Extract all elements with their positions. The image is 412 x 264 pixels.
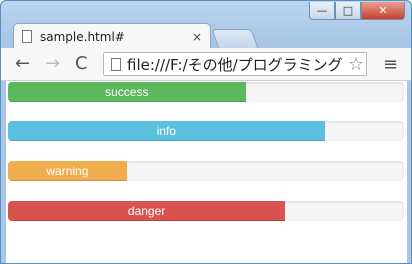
address-url[interactable]: file:///F:/その他/プログラミング <box>127 54 343 75</box>
menu-icon[interactable]: ≡ <box>383 54 398 75</box>
progress-bar-warning: warning <box>8 161 127 181</box>
progress-bar-danger: danger <box>8 201 286 221</box>
browser-tab[interactable]: sample.html# × <box>13 23 211 49</box>
new-tab-button[interactable] <box>211 29 259 49</box>
progress-bar-info: info <box>8 121 325 141</box>
progress-bar-success: success <box>8 82 246 102</box>
progress-danger: danger <box>8 201 404 221</box>
reload-icon[interactable]: C <box>75 54 88 74</box>
window-controls: — □ ✕ <box>309 2 405 20</box>
page-content: success info warning danger <box>6 81 407 263</box>
document-icon <box>111 57 121 71</box>
minimize-button[interactable]: — <box>309 2 335 20</box>
progress-warning: warning <box>8 161 404 181</box>
progress-success: success <box>8 82 404 102</box>
forward-icon[interactable]: → <box>45 54 60 74</box>
close-window-button[interactable]: ✕ <box>361 2 405 20</box>
bookmark-star-icon[interactable]: ☆ <box>345 54 364 75</box>
back-icon[interactable]: ← <box>15 54 30 74</box>
address-bar[interactable]: file:///F:/その他/プログラミング ☆ <box>103 52 367 76</box>
maximize-button[interactable]: □ <box>335 2 361 20</box>
page-icon <box>22 30 32 43</box>
browser-window: — □ ✕ sample.html# × ← → C file:///F:/その… <box>0 0 412 264</box>
tab-close-icon[interactable]: × <box>192 30 202 44</box>
tab-title: sample.html# <box>40 29 125 44</box>
toolbar: ← → C file:///F:/その他/プログラミング ☆ ≡ <box>1 48 411 81</box>
progress-info: info <box>8 121 404 141</box>
